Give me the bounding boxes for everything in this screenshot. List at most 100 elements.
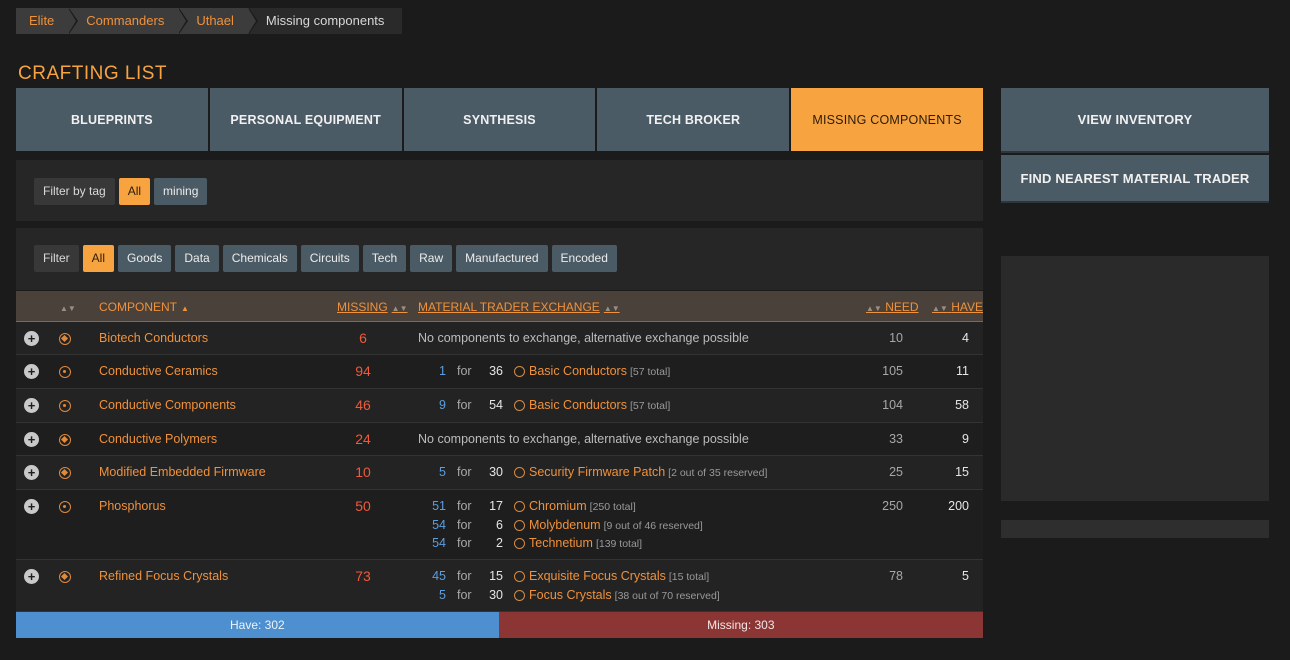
type-filter-all[interactable]: All [82, 245, 115, 272]
exchange-material[interactable]: Exquisite Focus Crystals [15 total] [529, 569, 709, 583]
grade-icon [59, 400, 71, 412]
exchange-cost: 54 [489, 398, 503, 412]
table-row: + Biotech Conductors 6 10 4 No components to … [16, 322, 983, 355]
breadcrumb-elite[interactable]: Elite [16, 8, 79, 34]
have-count: 15 [955, 465, 969, 479]
need-count: 105 [882, 364, 903, 378]
exchange-material-note: [57 total] [629, 366, 671, 378]
exchange-material-note: [250 total] [589, 501, 636, 513]
exchange-material[interactable]: Molybdenum [9 out of 46 reserved] [529, 518, 703, 532]
expand-icon[interactable]: + [24, 432, 39, 447]
type-filter-chemicals[interactable]: Chemicals [222, 245, 297, 272]
have-header[interactable]: ▲▼ HAVE [928, 300, 983, 314]
exchange-material[interactable]: Basic Conductors [57 total] [529, 398, 670, 412]
table-body: + Biotech Conductors 6 10 4 No components to … [16, 322, 983, 612]
material-grade-icon [514, 519, 525, 531]
expand-icon[interactable]: + [24, 398, 39, 413]
exchange-material-name[interactable]: Security Firmware Patch [529, 465, 665, 479]
exchange-for-label: for [457, 499, 472, 513]
need-count: 250 [882, 499, 903, 513]
exchange-material-name[interactable]: Exquisite Focus Crystals [529, 569, 666, 583]
exchange-material[interactable]: Security Firmware Patch [2 out of 35 rese… [529, 465, 767, 479]
exchange-material-name[interactable]: Molybdenum [529, 518, 601, 532]
exchange-material-note: [15 total] [668, 571, 710, 583]
grade-sort-header[interactable]: ▲▼ [56, 300, 76, 314]
exchange-material[interactable]: Technetium [139 total] [529, 536, 642, 550]
exchange-amount: 54 [432, 536, 446, 550]
have-bar: Have: 302 [16, 612, 499, 638]
component-name[interactable]: Conductive Ceramics [99, 364, 218, 378]
missing-count: 10 [355, 464, 371, 480]
have-count: 58 [955, 398, 969, 412]
type-filter-manufactured[interactable]: Manufactured [456, 245, 548, 272]
exchange-for-label: for [457, 587, 472, 602]
exchange-cost: 30 [489, 465, 503, 479]
type-filter-goods[interactable]: Goods [118, 245, 172, 272]
component-name[interactable]: Phosphorus [99, 499, 166, 513]
expand-icon[interactable]: + [24, 364, 39, 379]
breadcrumb-commander[interactable]: Uthael [178, 8, 258, 34]
grade-icon [59, 333, 71, 345]
missing-count: 73 [355, 568, 371, 584]
find-material-trader-button[interactable]: FIND NEAREST MATERIAL TRADER [1001, 155, 1269, 201]
missing-count: 46 [355, 397, 371, 413]
need-count: 104 [882, 398, 903, 412]
need-header[interactable]: ▲▼ NEED [862, 300, 919, 314]
exchange-material-name[interactable]: Basic Conductors [529, 398, 627, 412]
tag-filter-mining[interactable]: mining [154, 178, 208, 205]
tab-blueprints[interactable]: BLUEPRINTS [16, 88, 208, 151]
missing-header[interactable]: MISSING ▲▼ [337, 300, 408, 314]
sort-icon: ▲▼ [60, 304, 76, 313]
material-grade-icon [514, 571, 525, 582]
component-name[interactable]: Refined Focus Crystals [99, 569, 228, 583]
component-name[interactable]: Conductive Polymers [99, 432, 217, 446]
component-header[interactable]: COMPONENT ▲ [99, 300, 189, 314]
exchange-material[interactable]: Basic Conductors [57 total] [529, 364, 670, 378]
exchange-material-name[interactable]: Chromium [529, 499, 587, 513]
expand-icon[interactable]: + [24, 499, 39, 514]
breadcrumb-commanders[interactable]: Commanders [68, 8, 189, 34]
tab-tech-broker[interactable]: TECH BROKER [597, 88, 790, 151]
exchange-material-name[interactable]: Technetium [529, 536, 593, 550]
exchange-material-note: [57 total] [629, 400, 671, 412]
exchange-material-note: [2 out of 35 reserved] [668, 467, 768, 479]
tab-missing-components[interactable]: MISSING COMPONENTS [791, 88, 983, 151]
exchange-cost: 17 [489, 499, 503, 513]
table-row: + Refined Focus Crystals 73 78 5 45 for 15 Exqui… [16, 560, 983, 612]
exchange-header[interactable]: MATERIAL TRADER EXCHANGE ▲▼ [418, 300, 620, 314]
expand-icon[interactable]: + [24, 331, 39, 346]
exchange-material-name[interactable]: Basic Conductors [529, 364, 627, 378]
component-name[interactable]: Modified Embedded Firmware [99, 465, 266, 479]
tab-personal-equipment[interactable]: PERSONAL EQUIPMENT [209, 88, 402, 151]
have-count: 9 [962, 432, 969, 446]
exchange-cost: 2 [496, 536, 503, 550]
no-exchange-note: No components to exchange, alternative e… [418, 331, 749, 345]
exchange-for-label: for [457, 364, 472, 378]
type-filter-raw[interactable]: Raw [410, 245, 453, 272]
type-filter-circuits[interactable]: Circuits [300, 245, 359, 272]
exchange-material-note: [9 out of 46 reserved] [603, 519, 703, 532]
exchange-amount: 9 [439, 398, 446, 412]
exchange-material[interactable]: Focus Crystals [38 out of 70 reserved] [529, 588, 720, 602]
view-inventory-button[interactable]: VIEW INVENTORY [1001, 88, 1269, 151]
tab-synthesis[interactable]: SYNTHESIS [403, 88, 596, 151]
table-row: + Modified Embedded Firmware 10 25 15 5 for 30 S… [16, 456, 983, 490]
have-count: 5 [962, 569, 969, 583]
expand-icon[interactable]: + [24, 465, 39, 480]
components-table: ▲▼ COMPONENT ▲ MISSING ▲▼ MATERIAL TRADER … [16, 291, 983, 612]
component-name[interactable]: Biotech Conductors [99, 331, 208, 345]
sort-icon: ▲▼ [866, 304, 882, 313]
table-row: + Conductive Components 46 104 58 9 for 54 Basic… [16, 389, 983, 423]
tag-filter-all[interactable]: All [118, 178, 151, 205]
type-filter-encoded[interactable]: Encoded [551, 245, 617, 272]
expand-icon[interactable]: + [24, 569, 39, 584]
component-name[interactable]: Conductive Components [99, 398, 236, 412]
type-filter-data[interactable]: Data [175, 245, 219, 272]
exchange-material[interactable]: Chromium [250 total] [529, 499, 636, 513]
material-grade-icon [514, 538, 525, 549]
table-header: ▲▼ COMPONENT ▲ MISSING ▲▼ MATERIAL TRADER … [16, 291, 983, 322]
exchange-amount: 51 [432, 499, 446, 513]
missing-count: 50 [355, 498, 371, 514]
type-filter-tech[interactable]: Tech [362, 245, 407, 272]
exchange-material-name[interactable]: Focus Crystals [529, 588, 612, 602]
